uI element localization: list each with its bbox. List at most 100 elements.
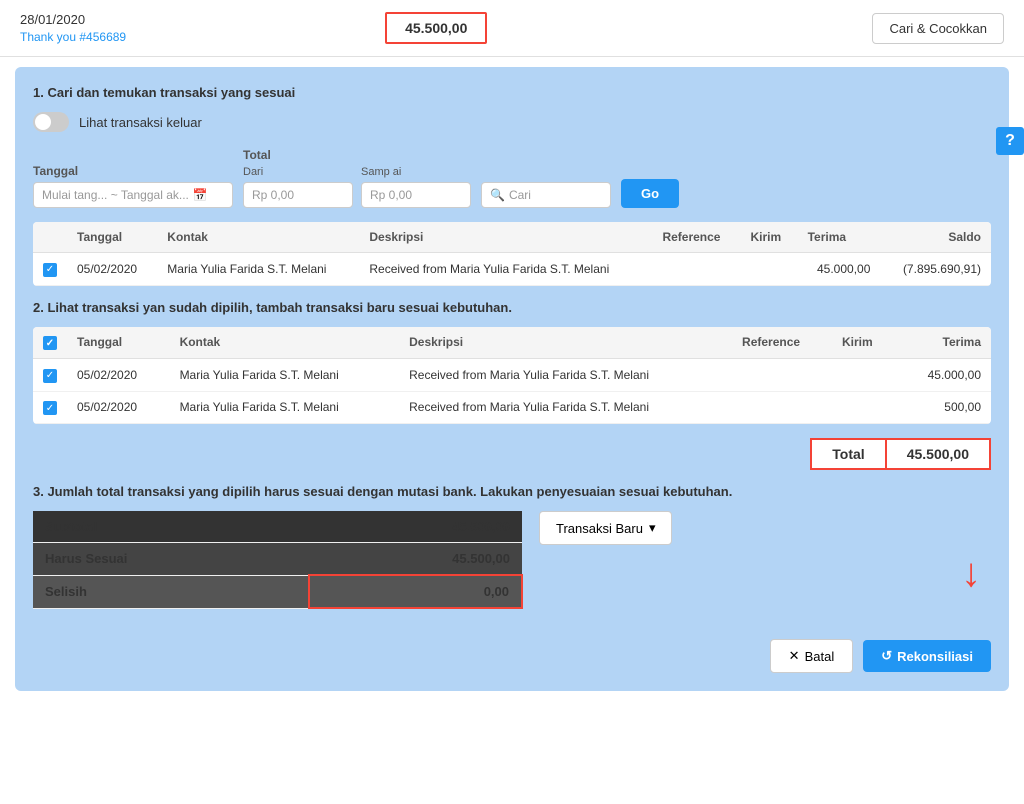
row2-reference	[732, 359, 832, 392]
arrow-down-icon: ↓	[961, 553, 981, 593]
table-row: ✓ 05/02/2020 Maria Yulia Farida S.T. Mel…	[33, 359, 991, 392]
row3-check[interactable]: ✓	[33, 391, 67, 424]
invoice-date: 28/01/2020	[20, 12, 365, 27]
rekonsiliasi-button[interactable]: ↺ Rekonsiliasi	[863, 640, 991, 672]
row3-reference	[732, 391, 832, 424]
row2-kirim	[832, 359, 897, 392]
subtotal-value: 45.500,00	[309, 511, 522, 543]
summary-selisih-row: Selisih 0,00	[33, 575, 522, 608]
section2-table-container: ✓ Tanggal Kontak Deskripsi Reference Kir…	[33, 327, 991, 425]
col-saldo: Saldo	[880, 222, 991, 253]
section2-table: ✓ Tanggal Kontak Deskripsi Reference Kir…	[33, 327, 991, 425]
section2: 2. Lihat transaksi yan sudah dipilih, ta…	[33, 300, 991, 471]
top-bar: 28/01/2020 Thank you #456689 45.500,00 C…	[0, 0, 1024, 57]
arrow-container: ↓	[539, 553, 991, 603]
table-row: ✓ 05/02/2020 Maria Yulia Farida S.T. Mel…	[33, 391, 991, 424]
table-row: ✓ 05/02/2020 Maria Yulia Farida S.T. Mel…	[33, 253, 991, 286]
col2-reference: Reference	[732, 327, 832, 359]
cari-cocokkan-button[interactable]: Cari & Cocokkan	[872, 13, 1004, 44]
row2-check[interactable]: ✓	[33, 359, 67, 392]
checkbox-checked[interactable]: ✓	[43, 263, 57, 277]
row-kirim	[740, 253, 797, 286]
row-terima: 45.000,00	[798, 253, 881, 286]
row2-terima: 45.000,00	[897, 359, 991, 392]
col2-tanggal: Tanggal	[67, 327, 170, 359]
total-group: Total Dari Rp 0,00 Samp ai Rp 0,00	[243, 148, 471, 208]
section1-table-container: Tanggal Kontak Deskripsi Reference Kirim…	[33, 222, 991, 286]
transaksi-baru-label: Transaksi Baru	[556, 521, 643, 536]
calendar-icon: 📅	[193, 188, 208, 202]
help-button[interactable]: ?	[996, 127, 1024, 155]
sampai-label: Samp ai	[361, 166, 471, 178]
dari-label: Dari	[243, 166, 353, 178]
checkbox-checked[interactable]: ✓	[43, 401, 57, 415]
row-kontak: Maria Yulia Farida S.T. Melani	[157, 253, 359, 286]
toggle-row: Lihat transaksi keluar	[33, 112, 991, 132]
col-check	[33, 222, 67, 253]
row3-kirim	[832, 391, 897, 424]
harussesuai-label: Harus Sesuai	[33, 543, 309, 576]
search-group: 🔍 Cari	[481, 164, 611, 208]
row3-terima: 500,00	[897, 391, 991, 424]
dari-input[interactable]: Rp 0,00	[243, 182, 353, 208]
transaksi-baru-button[interactable]: Transaksi Baru ▾	[539, 511, 672, 545]
tanggal-input[interactable]: Mulai tang... ~ Tanggal ak... 📅	[33, 182, 233, 208]
row3-tanggal: 05/02/2020	[67, 391, 170, 424]
col-terima: Terima	[798, 222, 881, 253]
search-placeholder: Cari	[509, 188, 531, 202]
tanggal-group: Tanggal Mulai tang... ~ Tanggal ak... 📅	[33, 164, 233, 208]
filter-row: Tanggal Mulai tang... ~ Tanggal ak... 📅 …	[33, 148, 991, 208]
col2-kirim: Kirim	[832, 327, 897, 359]
total-row: Total 45.500,00	[33, 438, 991, 470]
summary-subtotal-row: Subtotal 45.500,00	[33, 511, 522, 543]
toggle-lihat-transaksi[interactable]	[33, 112, 69, 132]
col2-terima: Terima	[897, 327, 991, 359]
go-button[interactable]: Go	[621, 179, 679, 208]
search-icon: 🔍	[490, 188, 505, 202]
row-saldo: (7.895.690,91)	[880, 253, 991, 286]
row-tanggal: 05/02/2020	[67, 253, 157, 286]
selisih-value: 0,00	[309, 575, 522, 608]
col2-kontak: Kontak	[170, 327, 400, 359]
row-reference	[652, 253, 740, 286]
top-bar-info: 28/01/2020 Thank you #456689	[20, 12, 365, 44]
col2-deskripsi: Deskripsi	[399, 327, 732, 359]
col-kirim: Kirim	[740, 222, 797, 253]
col-kontak: Kontak	[157, 222, 359, 253]
checkbox-checked[interactable]: ✓	[43, 369, 57, 383]
tanggal-label: Tanggal	[33, 164, 233, 178]
go-group: Go	[621, 161, 679, 208]
total-label: Total	[810, 438, 884, 470]
row2-deskripsi: Received from Maria Yulia Farida S.T. Me…	[399, 359, 732, 392]
row3-deskripsi: Received from Maria Yulia Farida S.T. Me…	[399, 391, 732, 424]
col-deskripsi: Deskripsi	[359, 222, 652, 253]
bottom-actions: ✕ Batal ↺ Rekonsiliasi	[33, 639, 991, 673]
dari-value: Rp 0,00	[252, 188, 294, 202]
sampai-value: Rp 0,00	[370, 188, 412, 202]
toggle-label: Lihat transaksi keluar	[79, 115, 202, 130]
search-input[interactable]: 🔍 Cari	[481, 182, 611, 208]
total-value: 45.500,00	[885, 438, 991, 470]
section1-title: 1. Cari dan temukan transaksi yang sesua…	[33, 85, 991, 100]
invoice-ref: Thank you #456689	[20, 30, 365, 44]
header-checkbox[interactable]: ✓	[43, 336, 57, 350]
close-icon: ✕	[789, 648, 800, 664]
summary-right: Transaksi Baru ▾ ↓	[539, 511, 991, 603]
section3-title: 3. Jumlah total transaksi yang dipilih h…	[33, 484, 991, 499]
invoice-amount: 45.500,00	[385, 12, 487, 44]
row2-kontak: Maria Yulia Farida S.T. Melani	[170, 359, 400, 392]
rekonsiliasi-label: Rekonsiliasi	[897, 649, 973, 664]
col-reference: Reference	[652, 222, 740, 253]
main-content: ? 1. Cari dan temukan transaksi yang ses…	[15, 67, 1009, 691]
batal-button[interactable]: ✕ Batal	[770, 639, 854, 673]
total-label: Total	[243, 148, 471, 162]
sampai-input[interactable]: Rp 0,00	[361, 182, 471, 208]
summary-harussesuai-row: Harus Sesuai 45.500,00	[33, 543, 522, 576]
summary-table: Subtotal 45.500,00 Harus Sesuai 45.500,0…	[33, 511, 523, 609]
subtotal-label: Subtotal	[33, 511, 309, 543]
section3: 3. Jumlah total transaksi yang dipilih h…	[33, 484, 991, 609]
harussesuai-value: 45.500,00	[309, 543, 522, 576]
section2-title: 2. Lihat transaksi yan sudah dipilih, ta…	[33, 300, 991, 315]
row-check[interactable]: ✓	[33, 253, 67, 286]
section1-table: Tanggal Kontak Deskripsi Reference Kirim…	[33, 222, 991, 286]
